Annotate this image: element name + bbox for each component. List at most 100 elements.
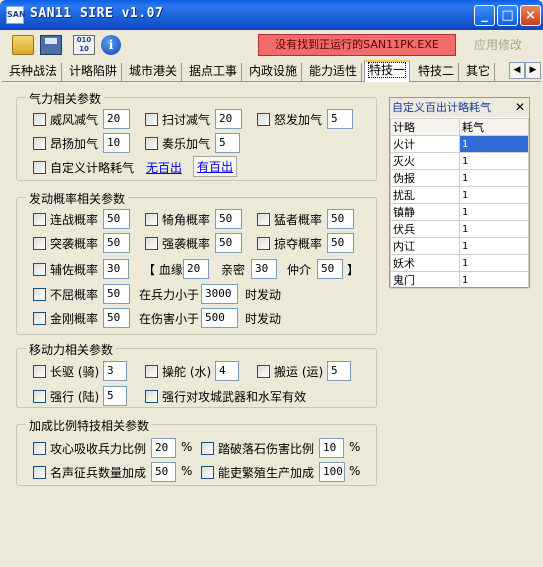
nenglibian-checkbox[interactable] [201,466,214,479]
jingang-checkbox[interactable] [33,312,46,325]
no-baichu-link[interactable]: 无百出 [146,159,182,176]
fuzuo-input[interactable]: 30 [103,259,129,279]
weifeng-input[interactable]: 20 [103,109,130,129]
lianzhan-checkbox[interactable] [33,213,46,226]
buqu-checkbox[interactable] [33,288,46,301]
zouyue-checkbox[interactable] [145,137,158,150]
table-row[interactable]: 镇静 1 [390,203,529,221]
luoduo-input[interactable]: 50 [327,233,354,253]
custom-cost-checkbox[interactable] [33,161,46,174]
tuxi-input[interactable]: 50 [103,233,130,253]
status-message: 没有找到正运行的SAN11PK.EXE [258,34,456,56]
luoduo-checkbox[interactable] [257,237,270,250]
cost-table: 计略 耗气 火计 1 灭火 1 伪报 1 扰乱 1 镇静 1 伏兵 1 内讧 1 妖术 1 鬼门… [390,118,529,289]
changqu-checkbox[interactable] [33,365,46,378]
table-row[interactable]: 火计 1 [390,135,529,153]
jingang-label: 金刚概率 [50,312,99,326]
tab-judian[interactable]: 据点工事 [185,63,243,82]
info-icon[interactable]: i [101,35,121,55]
table-row[interactable]: 内讧 1 [390,237,529,255]
nufa-checkbox[interactable] [257,113,270,126]
saotao-checkbox[interactable] [145,113,158,126]
mingsheng-label: 名声征兵数量加成 [50,466,147,480]
tab-jilue[interactable]: 计略陷阱 [65,63,123,82]
angyang-checkbox[interactable] [33,137,46,150]
banyun-input[interactable]: 5 [327,361,351,381]
table-row[interactable]: 伏兵 1 [390,220,529,238]
qinmi-input[interactable]: 30 [251,259,277,279]
open-folder-icon[interactable] [12,35,34,55]
app-icon: SAN [6,6,26,24]
fuzuo-label: 辅佐概率 [50,263,99,277]
jingang-threshold-input[interactable]: 500 [201,308,238,328]
qinmi-label: 亲密 [221,263,246,277]
tab-teji-1[interactable]: 特技一 [364,60,411,82]
banyun-checkbox[interactable] [257,365,270,378]
buqu-pre-text: 在兵力小于 [139,288,200,302]
mengzhe-label: 猛者概率 [274,213,323,227]
custom-cost-panel: 自定义百出计略耗气 ✕ 计略 耗气 火计 1 灭火 1 伪报 1 扰乱 1 镇静 1 伏兵… [389,97,530,289]
tab-nengli[interactable]: 能力适性 [305,63,363,82]
title-bar: SAN SAN11 SIRE v1.07 _ □ × [0,0,543,30]
tuxi-checkbox[interactable] [33,237,46,250]
tapo-unit: % [349,440,361,454]
tab-neizheng[interactable]: 内政设施 [245,63,303,82]
jingang-input[interactable]: 50 [103,308,130,328]
gongcheng-checkbox[interactable] [145,390,158,403]
tab-teji-2[interactable]: 特技二 [414,63,460,82]
changqu-input[interactable]: 3 [103,361,127,381]
zhongjie-input[interactable]: 50 [317,259,343,279]
caotuo-input[interactable]: 4 [215,361,239,381]
table-row[interactable]: 伪报 1 [390,169,529,187]
qiangxi-checkbox[interactable] [145,237,158,250]
qiangxi-input[interactable]: 50 [215,233,242,253]
buqu-input[interactable]: 50 [103,284,130,304]
close-button[interactable]: × [520,5,541,26]
table-row[interactable]: 妖术 1 [390,254,529,272]
caotuo-checkbox[interactable] [145,365,158,378]
nenglibian-input[interactable]: 100 [319,462,345,482]
has-baichu-link[interactable]: 有百出 [193,156,238,177]
mengzhe-input[interactable]: 50 [327,209,354,229]
luoduo-label: 掠夺概率 [274,237,323,251]
weifeng-label: 威风减气 [50,113,99,127]
tab-scroll-right-icon[interactable]: ▶ [525,62,541,79]
close-icon[interactable]: ✕ [515,98,525,117]
jijiao-checkbox[interactable] [145,213,158,226]
jijiao-input[interactable]: 50 [215,209,242,229]
saotao-input[interactable]: 20 [215,109,242,129]
qiangxing-input[interactable]: 5 [103,386,127,406]
tab-scroll-left-icon[interactable]: ◀ [509,62,525,79]
zouyue-input[interactable]: 5 [215,133,240,153]
gongxin-input[interactable]: 20 [151,438,176,458]
save-icon[interactable] [40,35,62,55]
angyang-input[interactable]: 10 [103,133,130,153]
tapo-input[interactable]: 10 [319,438,344,458]
tapo-checkbox[interactable] [201,442,214,455]
maximize-button[interactable]: □ [497,5,518,26]
group-title: 移动力相关参数 [26,341,117,358]
table-row[interactable]: 鬼门 1 [390,271,529,289]
calculator-icon[interactable]: 010 10 [73,35,95,55]
changqu-label: 长驱 (骑) [50,365,100,379]
qiangxing-checkbox[interactable] [33,390,46,403]
lianzhan-input[interactable]: 50 [103,209,130,229]
panel-title: 自定义百出计略耗气 ✕ [390,98,529,117]
xueyuan-input[interactable]: 20 [183,259,209,279]
minimize-button[interactable]: _ [474,5,495,26]
fuzuo-checkbox[interactable] [33,263,46,276]
mingsheng-input[interactable]: 50 [151,462,176,482]
mengzhe-checkbox[interactable] [257,213,270,226]
gongxin-checkbox[interactable] [33,442,46,455]
tab-chengshi[interactable]: 城市港关 [125,63,183,82]
mingsheng-checkbox[interactable] [33,466,46,479]
tab-bingzhong[interactable]: 兵种战法 [5,63,63,82]
jijiao-label: 犄角概率 [162,213,211,227]
apply-button[interactable]: 应用修改 [460,34,536,56]
tab-qita[interactable]: 其它 [462,63,496,82]
table-row[interactable]: 灭火 1 [390,152,529,170]
weifeng-checkbox[interactable] [33,113,46,126]
nufa-input[interactable]: 5 [327,109,353,129]
table-row[interactable]: 扰乱 1 [390,186,529,204]
buqu-threshold-input[interactable]: 3000 [201,284,238,304]
